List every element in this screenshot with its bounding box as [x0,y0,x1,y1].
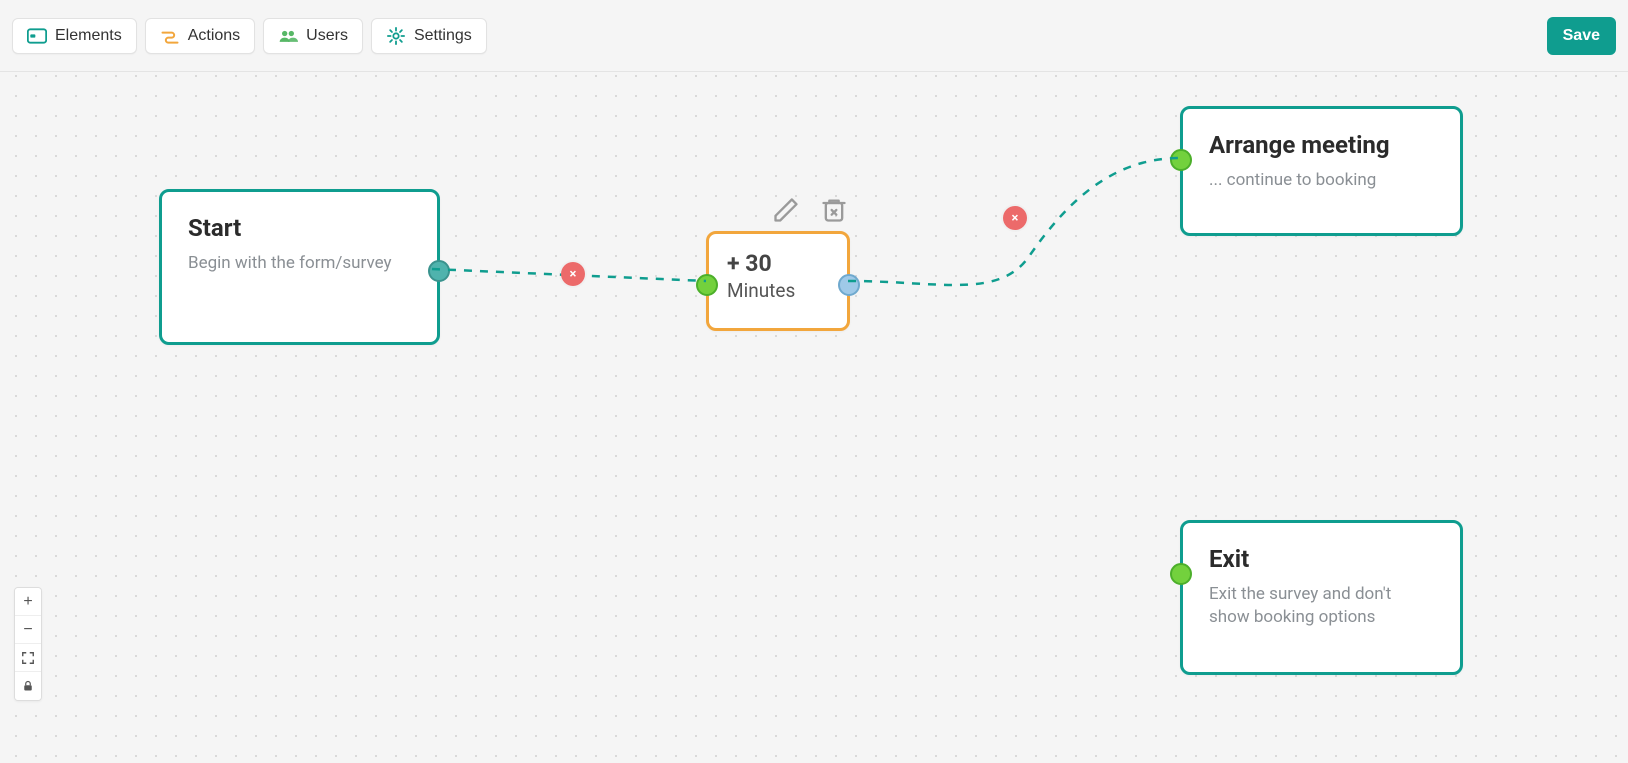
zoom-in-button[interactable]: + [15,588,41,616]
actions-button[interactable]: Actions [145,18,255,54]
port-start-out[interactable] [428,260,450,282]
zoom-lock-button[interactable] [15,672,41,700]
port-exit-in[interactable] [1170,563,1192,585]
close-icon: × [1012,211,1019,226]
node-wait[interactable]: + 30 Minutes [706,231,850,331]
settings-button[interactable]: Settings [371,18,487,54]
form-icon [27,28,47,44]
port-meeting-in[interactable] [1170,149,1192,171]
elements-button[interactable]: Elements [12,18,137,54]
top-toolbar: Elements Actions Users Settings [0,0,1628,72]
delete-icon[interactable] [820,196,848,224]
edit-icon[interactable] [772,196,800,224]
gear-icon [386,28,406,44]
node-start[interactable]: Start Begin with the form/survey [159,189,440,345]
zoom-fit-button[interactable] [15,644,41,672]
zoom-out-button[interactable]: − [15,616,41,644]
node-start-title: Start [188,214,411,242]
node-exit-subtitle: Exit the survey and don't show booking o… [1209,583,1434,629]
users-icon [278,28,298,44]
actions-label: Actions [188,27,240,45]
flow-canvas[interactable]: Start Begin with the form/survey + 30 Mi… [0,0,1628,763]
node-meeting-subtitle: ... continue to booking [1209,169,1434,192]
port-wait-in[interactable] [696,274,718,296]
node-wait-title: + 30 [727,250,829,277]
edge-delete-2[interactable]: × [1003,206,1027,230]
edge-delete-1[interactable]: × [561,262,585,286]
save-button[interactable]: Save [1547,17,1616,55]
settings-label: Settings [414,27,472,45]
port-wait-out[interactable] [838,274,860,296]
node-start-subtitle: Begin with the form/survey [188,252,411,275]
node-exit[interactable]: Exit Exit the survey and don't show book… [1180,520,1463,675]
flow-icon [160,28,180,44]
node-meeting[interactable]: Arrange meeting ... continue to booking [1180,106,1463,236]
node-wait-subtitle: Minutes [727,279,829,302]
users-label: Users [306,27,348,45]
node-meeting-title: Arrange meeting [1209,131,1434,159]
close-icon: × [570,267,577,282]
users-button[interactable]: Users [263,18,363,54]
zoom-controls: + − [14,587,42,701]
elements-label: Elements [55,27,122,45]
node-exit-title: Exit [1209,545,1434,573]
wait-node-toolbar [772,196,848,224]
